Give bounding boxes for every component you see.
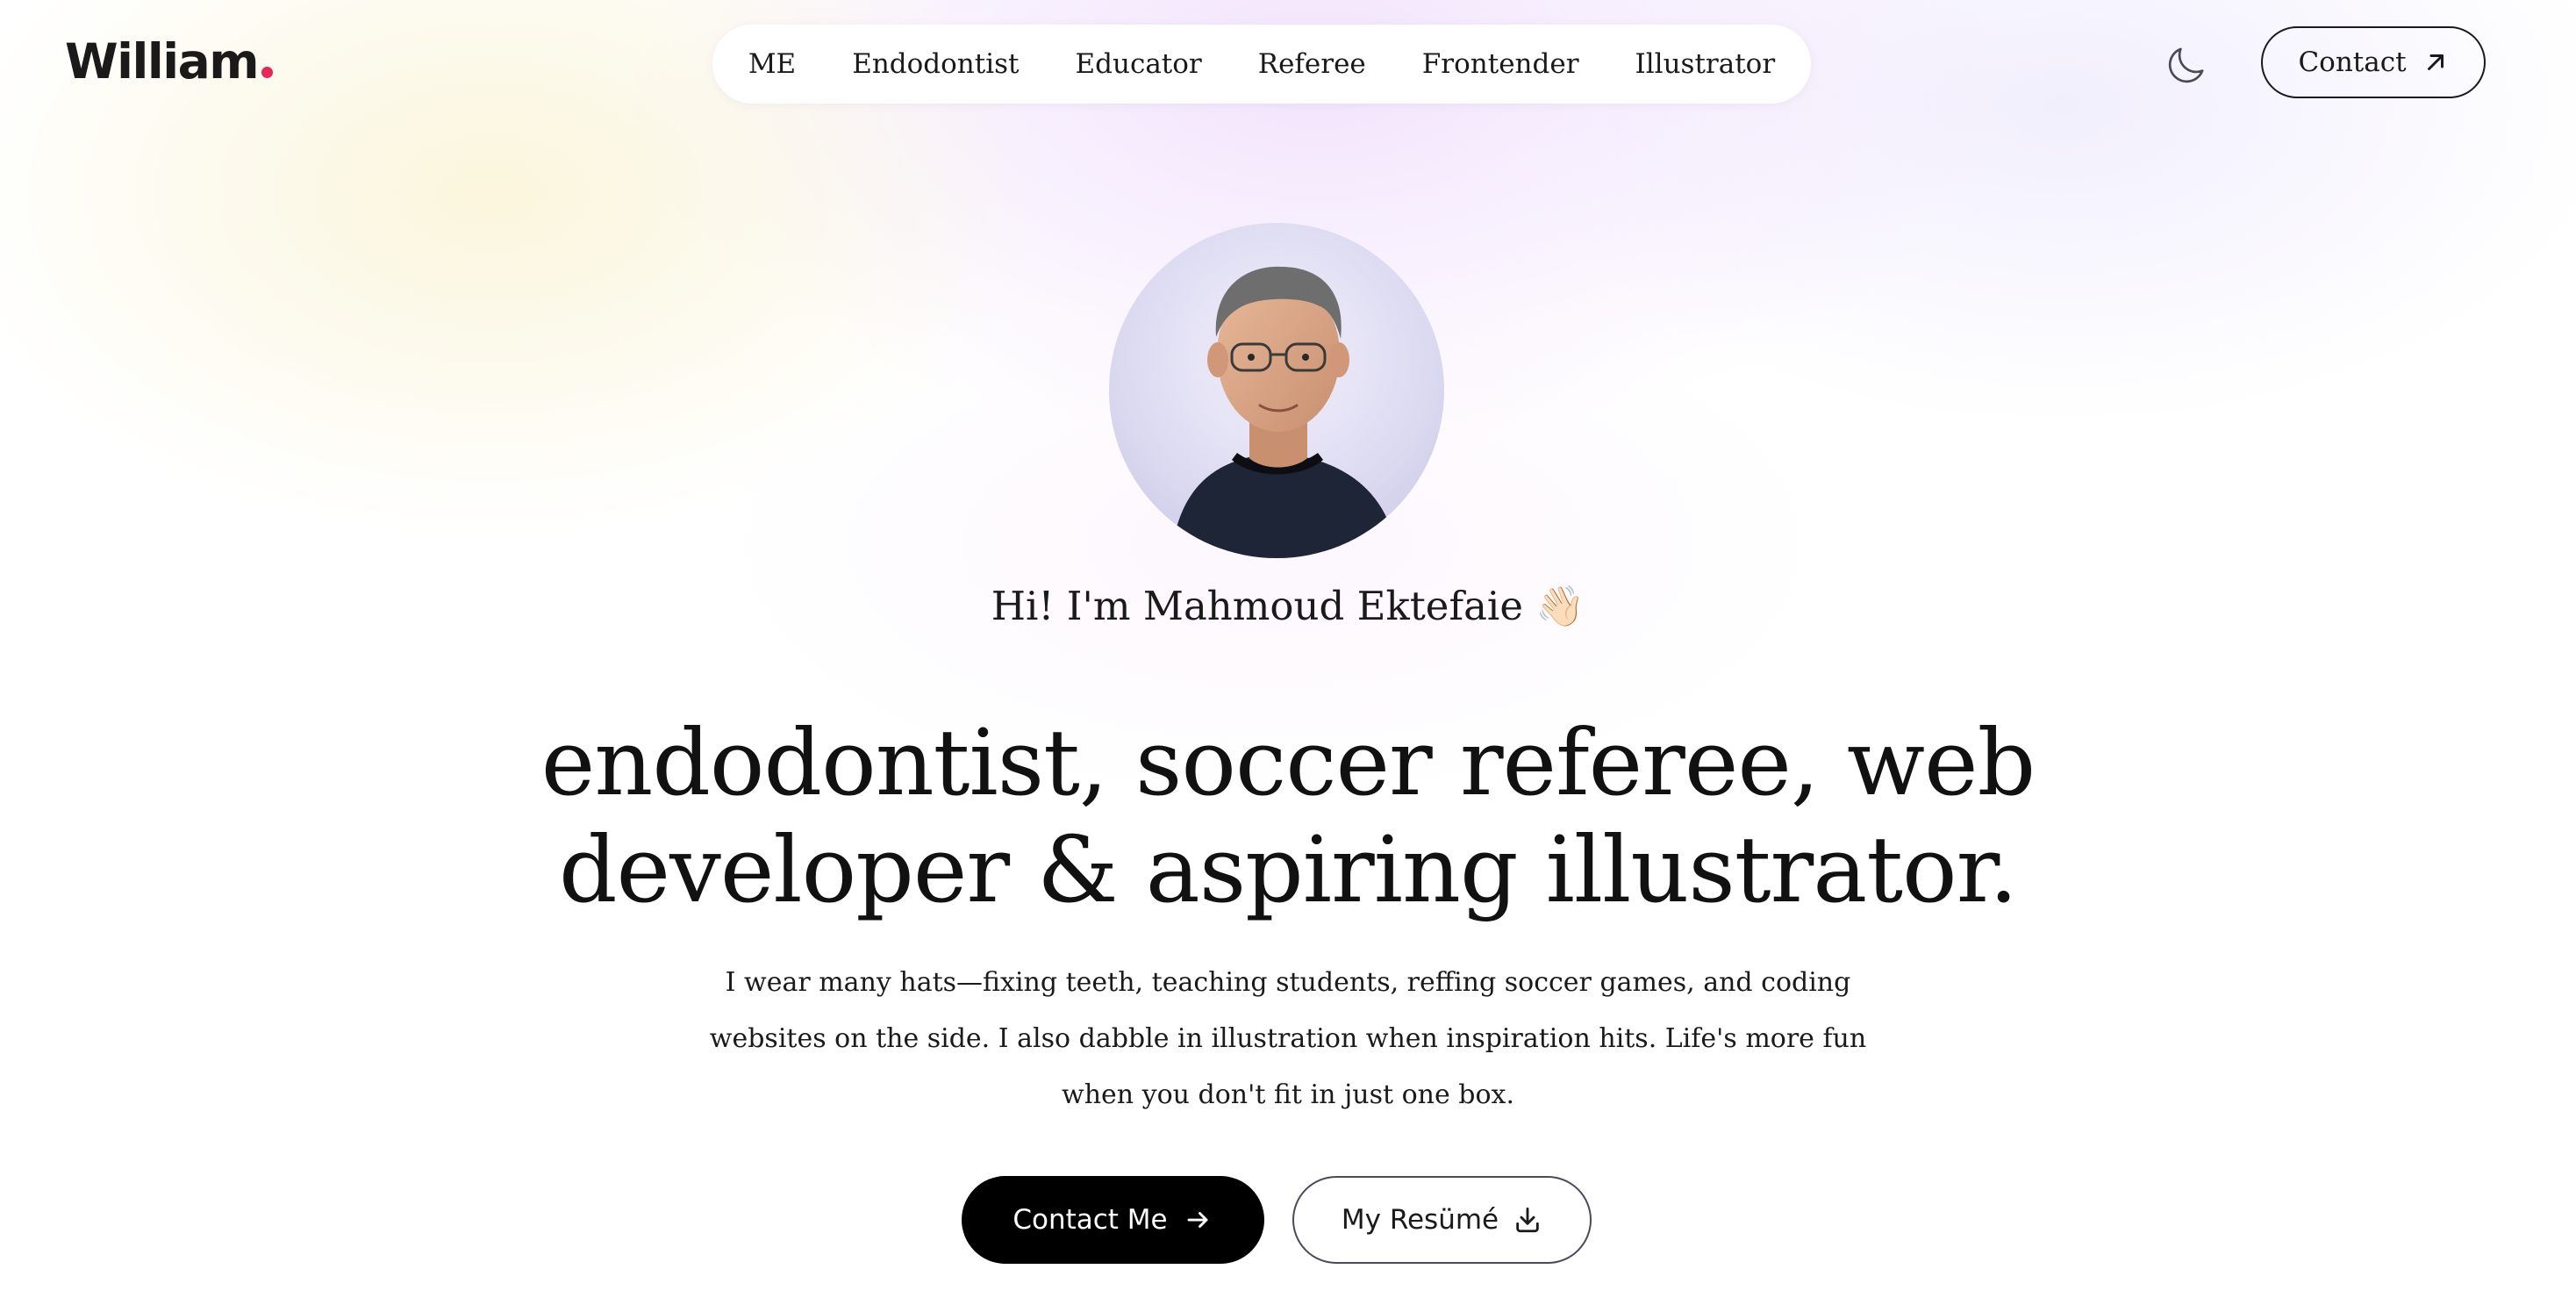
logo-text: William	[65, 33, 260, 90]
nav-item-frontender[interactable]: Frontender	[1422, 48, 1579, 80]
profile-photo	[1109, 223, 1444, 558]
arrow-right-icon	[1187, 1212, 1208, 1228]
headline: endodontist, soccer referee, web develop…	[540, 709, 2036, 923]
arrow-up-right-icon	[2427, 54, 2444, 70]
theme-toggle-button[interactable]	[2162, 42, 2209, 90]
contact-me-label: Contact Me	[1013, 1204, 1168, 1236]
greeting: Hi! I'm Mahmoud Ektefaie 👋🏻	[991, 583, 1585, 629]
resume-button[interactable]: My Resümé	[1292, 1176, 1592, 1264]
resume-label: My Resümé	[1341, 1204, 1499, 1236]
nav-item-illustrator[interactable]: Illustrator	[1635, 48, 1776, 80]
moon-icon	[2168, 47, 2204, 83]
nav-item-endodontist[interactable]: Endodontist	[852, 48, 1019, 80]
contact-button-label: Contact	[2298, 47, 2407, 78]
main-nav: ME Endodontist Educator Referee Frontend…	[712, 25, 1811, 104]
logo[interactable]: William	[65, 33, 274, 90]
contact-button[interactable]: Contact	[2261, 26, 2486, 98]
contact-me-button[interactable]: Contact Me	[962, 1176, 1264, 1264]
avatar	[1109, 223, 1444, 558]
nav-item-referee[interactable]: Referee	[1258, 48, 1366, 80]
nav-item-me[interactable]: ME	[748, 48, 796, 80]
nav-item-educator[interactable]: Educator	[1076, 48, 1202, 80]
logo-dot	[261, 67, 274, 78]
description: I wear many hats—fixing teeth, teaching …	[709, 967, 1867, 1110]
download-icon	[1516, 1207, 1539, 1233]
